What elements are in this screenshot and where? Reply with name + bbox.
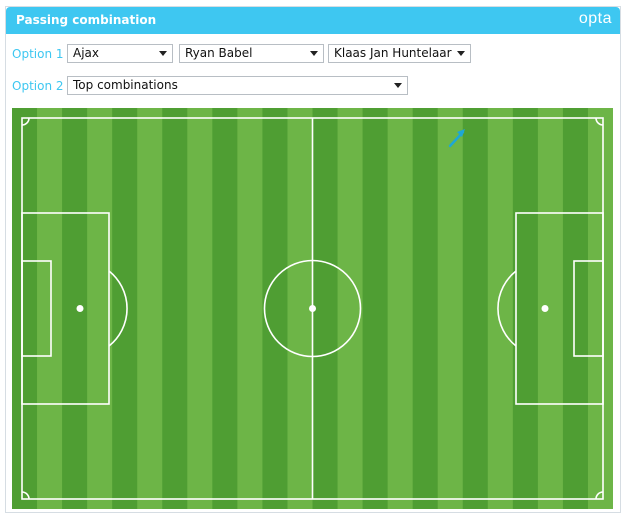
option2-label: Option 2 <box>12 79 64 93</box>
grass-stripe <box>187 108 213 509</box>
chevron-down-icon <box>457 51 465 56</box>
grass-stripe <box>262 108 288 509</box>
grass-stripe <box>37 108 63 509</box>
grass-stripe <box>437 108 464 509</box>
grass-stripe <box>362 108 389 509</box>
player-to-select[interactable]: Klaas Jan Huntelaar <box>328 44 471 63</box>
grass-stripe <box>162 108 188 509</box>
grass-stripe <box>237 108 263 509</box>
chevron-down-icon <box>394 83 402 88</box>
grass-stripe <box>12 108 38 509</box>
passing-combination-widget: Passing combination opta Option 1 Ajax R… <box>5 6 621 513</box>
player-from-select[interactable]: Ryan Babel <box>179 44 324 63</box>
grass-stripe <box>212 108 238 509</box>
player-from-value: Ryan Babel <box>185 46 253 60</box>
grass-stripe <box>587 108 613 509</box>
grass-stripe <box>112 108 138 509</box>
combination-mode-value: Top combinations <box>73 78 178 92</box>
grass-stripe <box>387 108 414 509</box>
grass-stripe <box>412 108 439 509</box>
widget-header: Passing combination opta <box>6 7 620 34</box>
combination-mode-select[interactable]: Top combinations <box>67 76 408 95</box>
grass-stripe <box>462 108 489 509</box>
option1-label: Option 1 <box>12 47 64 61</box>
grass-stripe <box>487 108 514 509</box>
centre-spot <box>309 305 316 312</box>
grass-stripe <box>337 108 364 509</box>
grass-stripe <box>62 108 88 509</box>
chevron-down-icon <box>310 51 318 56</box>
widget-title: Passing combination <box>16 13 157 27</box>
player-to-value: Klaas Jan Huntelaar <box>334 46 452 60</box>
grass-stripe <box>312 108 339 509</box>
team-select-value: Ajax <box>73 46 99 60</box>
right-penalty-spot <box>541 305 549 312</box>
grass-stripe <box>562 108 589 509</box>
opta-logo: opta <box>578 10 612 27</box>
left-penalty-spot <box>76 305 84 312</box>
chevron-down-icon <box>159 51 167 56</box>
team-select[interactable]: Ajax <box>67 44 173 63</box>
grass-stripe <box>137 108 163 509</box>
football-pitch <box>12 108 613 509</box>
